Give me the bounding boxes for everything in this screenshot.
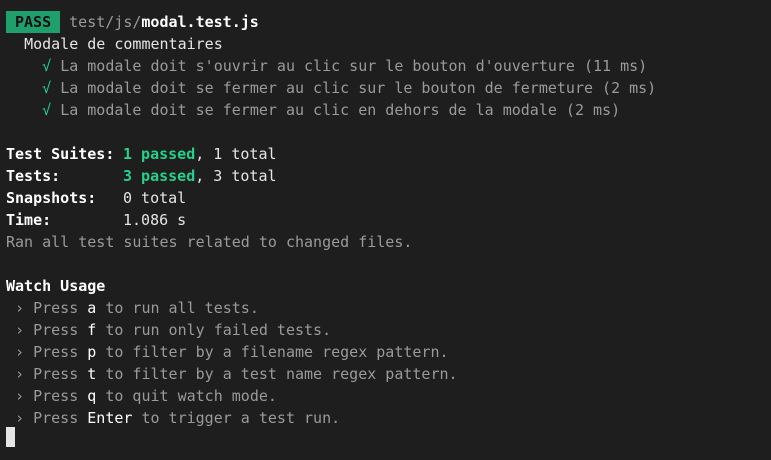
check-icon: √: [42, 79, 52, 97]
summary-suites-total: , 1 total: [195, 145, 277, 163]
watch-usage-item: › Press q to quit watch mode.: [6, 385, 771, 407]
watch-usage-item: › Press p to filter by a filename regex …: [6, 341, 771, 363]
terminal-output: PASS test/js/modal.test.js Modale de com…: [6, 11, 771, 429]
suite-name: Modale de commentaires: [6, 33, 771, 55]
summary-suites-label: Test Suites:: [6, 145, 115, 163]
summary-snapshots-label: Snapshots:: [6, 189, 97, 207]
test-file-dir: test/js/: [69, 13, 142, 31]
check-icon: √: [42, 57, 52, 75]
summary-tests-label: Tests:: [6, 167, 61, 185]
suite-name-text: Modale de commentaires: [24, 35, 223, 53]
summary-tests-passed: 3 passed: [123, 167, 196, 185]
watch-usage-item: › Press t to filter by a test name regex…: [6, 363, 771, 385]
summary-time-value: 1.086 s: [123, 211, 187, 229]
watch-usage-key: f: [87, 321, 97, 339]
watch-usage-item: › Press f to run only failed tests.: [6, 319, 771, 341]
watch-usage-prefix: › Press: [6, 321, 88, 339]
watch-usage-prefix: › Press: [6, 365, 88, 383]
watch-usage-key: Enter: [87, 409, 133, 427]
watch-usage-suffix: to trigger a test run.: [132, 409, 341, 427]
summary-suites-passed: 1 passed: [123, 145, 196, 163]
ran-all-message: Ran all test suites related to changed f…: [6, 233, 413, 251]
watch-usage-item: › Press Enter to trigger a test run.: [6, 407, 771, 429]
watch-usage-key: q: [87, 387, 97, 405]
watch-usage-suffix: to run all tests.: [96, 299, 259, 317]
watch-usage-key: p: [87, 343, 97, 361]
watch-usage-suffix: to quit watch mode.: [96, 387, 277, 405]
test-result-row: √ La modale doit s'ouvrir au clic sur le…: [6, 55, 771, 77]
watch-usage-prefix: › Press: [6, 387, 88, 405]
summary-snapshots: Snapshots: 0 total: [6, 187, 771, 209]
test-file-name: modal.test.js: [141, 13, 259, 31]
status-line: PASS test/js/modal.test.js: [6, 11, 771, 33]
watch-usage-item: › Press a to run all tests.: [6, 297, 771, 319]
summary-tests: Tests: 3 passed, 3 total: [6, 165, 771, 187]
check-icon: √: [42, 101, 52, 119]
test-result-row: √ La modale doit se fermer au clic sur l…: [6, 77, 771, 99]
summary-time-label: Time:: [6, 211, 52, 229]
test-result-text: La modale doit s'ouvrir au clic sur le b…: [60, 57, 648, 75]
watch-usage-prefix: › Press: [6, 409, 88, 427]
summary-time: Time: 1.086 s: [6, 209, 771, 231]
watch-usage-prefix: › Press: [6, 299, 88, 317]
summary-snapshots-value: 0 total: [123, 189, 187, 207]
watch-usage-suffix: to filter by a filename regex pattern.: [96, 343, 449, 361]
summary-tests-total: , 3 total: [195, 167, 277, 185]
watch-usage-title: Watch Usage: [6, 277, 106, 295]
watch-usage-suffix: to run only failed tests.: [96, 321, 332, 339]
watch-usage-prefix: › Press: [6, 343, 88, 361]
terminal-cursor[interactable]: [6, 427, 15, 447]
watch-usage-key: a: [87, 299, 97, 317]
summary-suites: Test Suites: 1 passed, 1 total: [6, 143, 771, 165]
pass-badge: PASS: [6, 11, 61, 33]
test-result-text: La modale doit se fermer au clic sur le …: [60, 79, 657, 97]
watch-usage-suffix: to filter by a test name regex pattern.: [96, 365, 458, 383]
test-result-text: La modale doit se fermer au clic en deho…: [60, 101, 621, 119]
watch-usage-key: t: [87, 365, 97, 383]
test-result-row: √ La modale doit se fermer au clic en de…: [6, 99, 771, 121]
